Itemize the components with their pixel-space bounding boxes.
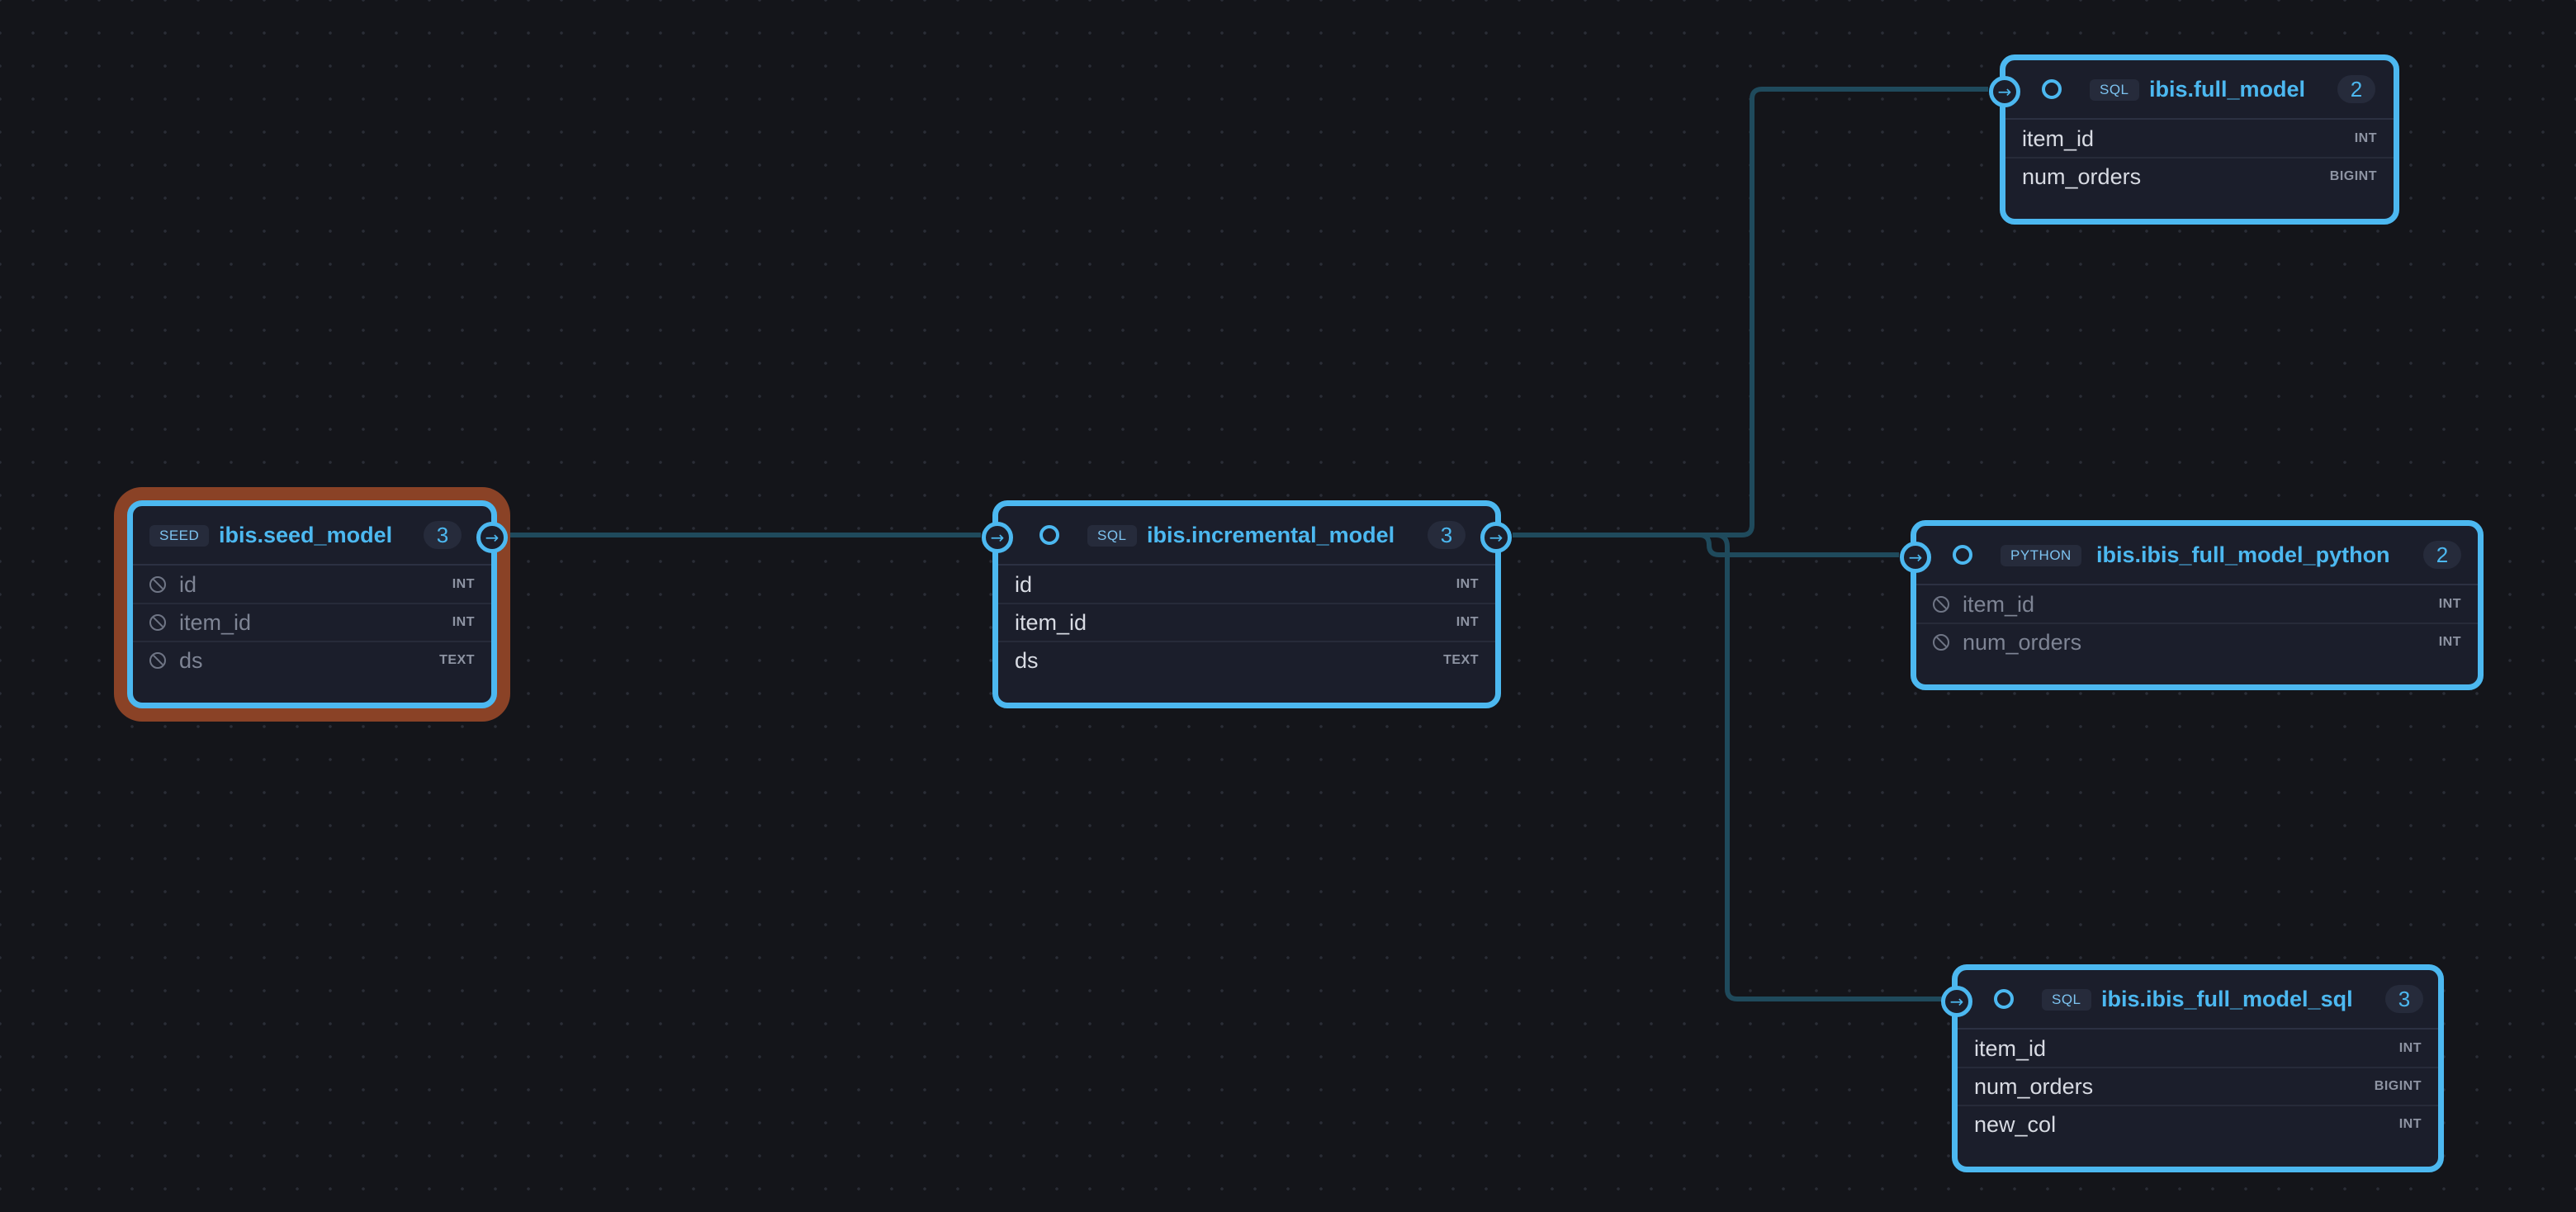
column-name: item_id: [1015, 610, 1087, 635]
column-type: TEXT: [1443, 653, 1479, 667]
column-list: item_id INT num_orders BIGINT new_col IN…: [1958, 1030, 2438, 1143]
column-type: INT: [2438, 635, 2461, 649]
column-list: id INT item_id INT ds TEXT: [133, 566, 491, 679]
column-type: INT: [2398, 1041, 2422, 1055]
column-list: id INT item_id INT ds TEXT: [998, 566, 1495, 679]
arrow-right-icon[interactable]: →: [1941, 986, 1972, 1017]
circle-icon[interactable]: [1039, 525, 1059, 545]
column-type: TEXT: [439, 653, 475, 667]
column-type: INT: [452, 615, 475, 629]
column-row[interactable]: ds TEXT: [133, 642, 491, 679]
model-node-full-model[interactable]: → SQL ibis.full_model 2 item_id INT num_…: [1989, 54, 2399, 225]
model-node-python[interactable]: → PYTHON ibis.ibis_full_model_python 2 i…: [1900, 520, 2484, 690]
column-type: BIGINT: [2374, 1079, 2422, 1093]
model-name[interactable]: ibis.incremental_model: [1147, 518, 1395, 552]
column-name: ds: [1015, 648, 1039, 673]
column-name: num_orders: [1963, 630, 2082, 655]
column-type: INT: [2438, 597, 2461, 611]
arrow-right-icon[interactable]: →: [1989, 76, 2020, 107]
edge-incremental-to-python-model: [1513, 533, 1899, 557]
column-count-badge: 2: [2337, 75, 2375, 103]
model-kind-badge: SEED: [149, 525, 210, 547]
model-kind-badge: PYTHON: [2001, 545, 2081, 566]
column-name: item_id: [179, 610, 252, 635]
column-name: new_col: [1974, 1112, 2057, 1137]
model-node-sql[interactable]: → SQL ibis.ibis_full_model_sql 3 item_id…: [1941, 964, 2444, 1172]
column-count-badge: 3: [1428, 521, 1466, 549]
ban-icon: [1933, 634, 1949, 651]
column-row[interactable]: item_id INT: [2005, 121, 2394, 159]
arrow-right-icon[interactable]: →: [1480, 522, 1512, 553]
model-kind-badge: SQL: [2090, 79, 2139, 101]
column-row[interactable]: item_id INT: [133, 604, 491, 642]
model-kind-badge: SQL: [1087, 525, 1137, 547]
column-name: id: [1015, 572, 1033, 597]
model-node-incremental[interactable]: → SQL ibis.incremental_model 3 → id INT …: [982, 500, 1512, 708]
column-name: num_orders: [2022, 164, 2142, 189]
node-header[interactable]: → SQL ibis.incremental_model 3 →: [982, 506, 1512, 566]
column-list: item_id INT num_orders INT: [1916, 586, 2478, 660]
column-type: INT: [452, 577, 475, 591]
column-name: item_id: [1963, 592, 2035, 617]
arrow-right-icon[interactable]: →: [982, 522, 1013, 553]
column-type: INT: [2398, 1117, 2422, 1131]
circle-icon[interactable]: [2042, 79, 2062, 99]
column-row[interactable]: id INT: [133, 566, 491, 604]
node-header[interactable]: → PYTHON ibis.ibis_full_model_python 2: [1900, 526, 2478, 585]
column-count-badge: 2: [2423, 541, 2461, 569]
column-name: ds: [179, 648, 203, 673]
column-count-badge: 3: [2385, 985, 2423, 1013]
ban-icon: [1933, 596, 1949, 613]
column-row[interactable]: item_id INT: [1958, 1030, 2438, 1068]
column-row[interactable]: ds TEXT: [998, 642, 1495, 679]
column-name: item_id: [1974, 1036, 2047, 1061]
column-row[interactable]: item_id INT: [1916, 586, 2478, 624]
circle-icon[interactable]: [1994, 989, 2014, 1009]
model-name[interactable]: ibis.full_model: [2149, 73, 2305, 106]
column-count-badge: 3: [424, 521, 462, 549]
ban-icon: [149, 652, 166, 669]
arrow-right-icon[interactable]: →: [1900, 542, 1931, 573]
circle-icon[interactable]: [1953, 545, 1972, 565]
column-list: item_id INT num_orders BIGINT: [2005, 121, 2394, 195]
column-type: INT: [1456, 577, 1479, 591]
edge-incremental-to-full-model: [1513, 87, 1988, 537]
node-header[interactable]: SEED ibis.seed_model 3 →: [133, 506, 508, 566]
node-header[interactable]: → SQL ibis.ibis_full_model_sql 3: [1941, 970, 2438, 1030]
node-header[interactable]: → SQL ibis.full_model 2: [1989, 60, 2394, 120]
model-name[interactable]: ibis.seed_model: [219, 518, 392, 552]
model-name[interactable]: ibis.ibis_full_model_sql: [2101, 982, 2353, 1016]
column-type: BIGINT: [2329, 169, 2377, 183]
model-name[interactable]: ibis.ibis_full_model_python: [2096, 538, 2390, 571]
edge-incremental-to-sql-model: [1513, 533, 1942, 1001]
column-row[interactable]: num_orders BIGINT: [1958, 1068, 2438, 1106]
column-row[interactable]: new_col INT: [1958, 1106, 2438, 1143]
column-row[interactable]: num_orders BIGINT: [2005, 159, 2394, 195]
column-row[interactable]: item_id INT: [998, 604, 1495, 642]
ban-icon: [149, 576, 166, 593]
ban-icon: [149, 614, 166, 631]
model-kind-badge: SQL: [2042, 989, 2091, 1011]
lineage-canvas[interactable]: SEED ibis.seed_model 3 → id INT item_id …: [0, 0, 2576, 1212]
model-node-seed[interactable]: SEED ibis.seed_model 3 → id INT item_id …: [127, 500, 508, 708]
column-name: num_orders: [1974, 1074, 2094, 1099]
column-type: INT: [1456, 615, 1479, 629]
column-type: INT: [2354, 131, 2377, 145]
column-name: id: [179, 572, 197, 597]
column-name: item_id: [2022, 126, 2095, 151]
column-row[interactable]: id INT: [998, 566, 1495, 604]
column-row[interactable]: num_orders INT: [1916, 624, 2478, 660]
arrow-right-icon[interactable]: →: [476, 522, 508, 553]
